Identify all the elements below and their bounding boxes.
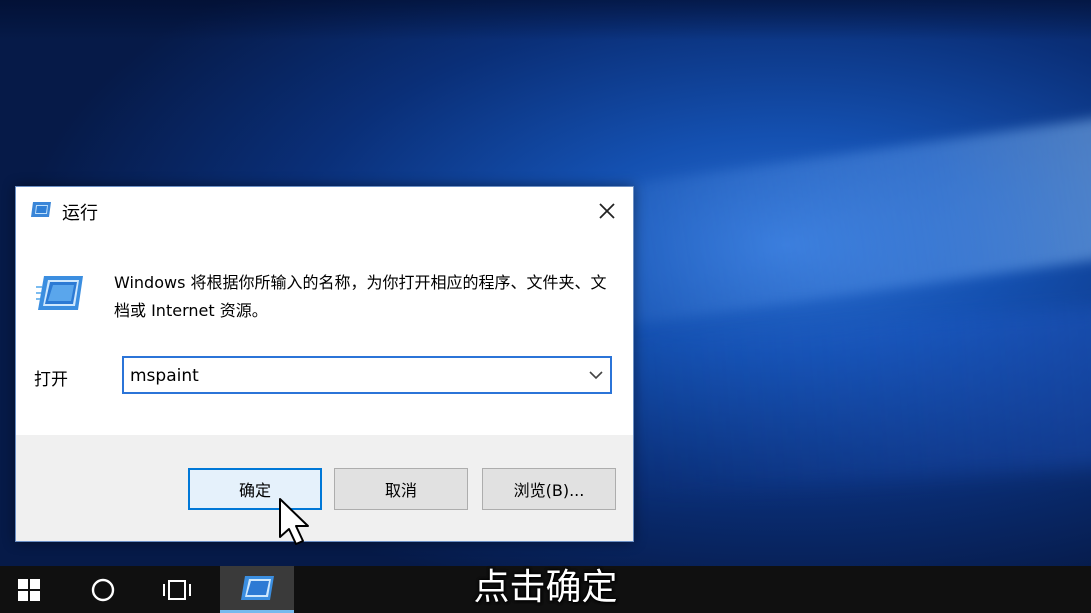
close-button[interactable] [589, 193, 625, 229]
dialog-button-area: 确定 取消 浏览(B)... [16, 435, 633, 541]
run-icon [36, 276, 83, 310]
dialog-title: 运行 [62, 203, 98, 224]
taskbar [0, 566, 1091, 613]
windows-start-icon [18, 578, 40, 601]
start-button[interactable] [0, 566, 58, 613]
cancel-button[interactable]: 取消 [334, 468, 468, 510]
cortana-circle-icon [91, 578, 115, 601]
dialog-titlebar: 运行 [16, 187, 633, 233]
run-dialog: 运行 Windows 将根据你所输入的名称，为你打开相应的程序、文件夹、文档或 … [15, 186, 634, 542]
video-top-shade [0, 0, 1091, 40]
open-label: 打开 [34, 370, 68, 390]
mouse-cursor-icon [279, 498, 309, 545]
desktop: 运行 Windows 将根据你所输入的名称，为你打开相应的程序、文件夹、文档或 … [0, 0, 1091, 613]
task-view-button[interactable] [140, 566, 214, 613]
run-icon [31, 202, 51, 217]
close-icon [599, 203, 615, 219]
light-ray [595, 299, 1091, 501]
browse-button[interactable]: 浏览(B)... [482, 468, 616, 510]
dialog-description: Windows 将根据你所输入的名称，为你打开相应的程序、文件夹、文档或 Int… [114, 273, 607, 320]
cortana-button[interactable] [66, 566, 140, 613]
command-input[interactable] [128, 361, 572, 391]
chevron-down-icon[interactable] [588, 368, 604, 382]
run-app-icon [241, 576, 274, 600]
command-combobox[interactable] [122, 356, 612, 394]
task-view-icon [163, 579, 191, 600]
taskbar-run-app[interactable] [220, 566, 294, 613]
